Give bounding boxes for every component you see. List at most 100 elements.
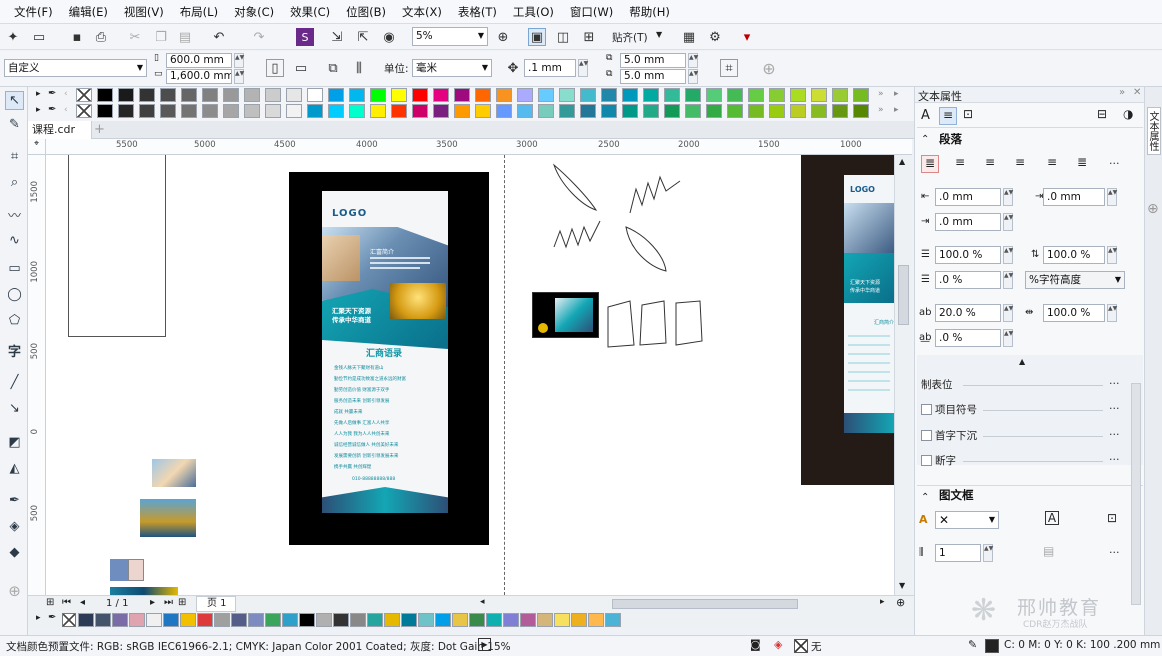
hyphenation-label[interactable]: 断字 <box>935 453 956 468</box>
color-swatch[interactable] <box>517 88 533 102</box>
align-center-icon[interactable]: ≡ <box>985 155 995 169</box>
color-swatch[interactable] <box>832 88 848 102</box>
right-indent-input[interactable]: .0 mm <box>1043 188 1105 206</box>
vertical-scroll-thumb[interactable] <box>898 265 909 325</box>
no-color-swatch[interactable] <box>76 88 92 102</box>
color-swatch[interactable] <box>706 104 722 118</box>
frame-text-icon[interactable]: A <box>1045 511 1059 525</box>
word-spacing-spinner[interactable]: ▲▼ <box>1107 304 1117 322</box>
eyedropper-small-icon[interactable]: ✒ <box>48 612 56 623</box>
polygon-tool-icon[interactable]: ⬠ <box>5 311 24 330</box>
color-swatch[interactable] <box>146 613 162 627</box>
color-swatch[interactable] <box>503 613 519 627</box>
prev-page-icon[interactable]: ◂ <box>80 597 85 608</box>
color-swatch[interactable] <box>486 613 502 627</box>
panel-menu-icon[interactable]: ◑ <box>1123 107 1133 121</box>
color-swatch[interactable] <box>571 613 587 627</box>
no-color-swatch[interactable] <box>76 104 92 118</box>
color-swatch[interactable] <box>622 88 638 102</box>
columns-more-icon[interactable]: ··· <box>1109 546 1120 559</box>
rectangle-tool-icon[interactable]: ▭ <box>5 259 24 278</box>
drawing-canvas[interactable]: LOGO 汇富简介 汇聚天下资源 传承中华商道 汇商语录 金钱人脉天下聚财有道山… <box>46 155 894 595</box>
color-swatch[interactable] <box>433 104 449 118</box>
right-indent-spinner[interactable]: ▲▼ <box>1107 188 1117 206</box>
color-swatch[interactable] <box>95 613 111 627</box>
color-swatch[interactable] <box>748 104 764 118</box>
import-icon[interactable]: ⇲ <box>328 28 346 46</box>
color-swatch[interactable] <box>580 88 596 102</box>
eyedropper-icon[interactable]: ✒ <box>5 491 24 510</box>
handshake-image[interactable] <box>152 459 196 487</box>
menu-bitmaps[interactable]: 位图(B) <box>338 1 394 23</box>
color-swatch[interactable] <box>307 88 323 102</box>
text-properties-tab[interactable]: 文本属性 <box>1147 107 1161 155</box>
color-swatch[interactable] <box>412 88 428 102</box>
color-swatch[interactable] <box>299 613 315 627</box>
color-swatch[interactable] <box>231 613 247 627</box>
color-swatch[interactable] <box>370 88 386 102</box>
shape-tool-icon[interactable]: ✎ <box>5 115 24 134</box>
character-spacing-input[interactable]: .0 % <box>935 329 1001 347</box>
show-rulers-icon[interactable]: ◫ <box>554 28 572 46</box>
palette-arrow-icon[interactable]: ▸ <box>36 613 41 623</box>
vertical-scrollbar[interactable]: ▲ ▼ <box>894 155 912 595</box>
language-spacing-input[interactable]: 20.0 % <box>935 304 1001 322</box>
color-swatch[interactable] <box>316 613 332 627</box>
hscroll-right-icon[interactable]: ▸ <box>880 597 885 607</box>
options-icon[interactable]: ▦ <box>680 28 698 46</box>
guidelines-icon[interactable]: ⊞ <box>580 28 598 46</box>
color-swatch[interactable] <box>118 88 134 102</box>
color-swatch[interactable] <box>538 88 554 102</box>
smart-draw-icon[interactable]: ∿ <box>5 231 24 250</box>
connector-tool-icon[interactable]: ↘ <box>5 399 24 418</box>
bleed-icon[interactable]: ⌗ <box>720 59 738 77</box>
smart-fill-icon[interactable]: ◆ <box>5 543 24 562</box>
palette-arrow-icon[interactable]: ▸ <box>36 89 41 99</box>
color-swatch[interactable] <box>349 104 365 118</box>
page-width-spinner[interactable]: ▲▼ <box>234 53 244 68</box>
frame-settings-icon[interactable]: ⊡ <box>1107 511 1117 525</box>
ellipse-tool-icon[interactable]: ◯ <box>5 285 24 304</box>
color-swatch[interactable] <box>790 88 806 102</box>
paste-icon[interactable]: ▤ <box>176 28 194 46</box>
bullets-checkbox[interactable] <box>921 404 932 415</box>
color-swatch[interactable] <box>350 613 366 627</box>
color-swatch[interactable] <box>475 88 491 102</box>
menu-tools[interactable]: 工具(O) <box>505 1 562 23</box>
character-spacing-spinner[interactable]: ▲▼ <box>1003 329 1013 347</box>
palette-scroll-right-icon[interactable]: » <box>878 89 884 99</box>
line-spacing-spinner[interactable]: ▲▼ <box>1107 246 1117 264</box>
color-swatch[interactable] <box>214 613 230 627</box>
color-swatch[interactable] <box>202 88 218 102</box>
color-swatch[interactable] <box>554 613 570 627</box>
color-swatch[interactable] <box>685 104 701 118</box>
dropcap-more-icon[interactable]: ··· <box>1109 428 1120 441</box>
zoom-tool-icon[interactable]: ⌕ <box>5 173 24 192</box>
color-swatch[interactable] <box>588 613 604 627</box>
palette-menu-icon[interactable]: ▸ <box>894 89 899 99</box>
menu-layout[interactable]: 布局(L) <box>172 1 226 23</box>
color-swatch[interactable] <box>559 88 575 102</box>
color-swatch[interactable] <box>223 88 239 102</box>
color-swatch[interactable] <box>163 613 179 627</box>
color-swatch[interactable] <box>643 88 659 102</box>
color-swatch[interactable] <box>180 613 196 627</box>
color-swatch[interactable] <box>391 88 407 102</box>
new-document-icon[interactable]: ✦ <box>4 28 22 46</box>
color-swatch[interactable] <box>727 88 743 102</box>
color-swatch[interactable] <box>811 88 827 102</box>
publish-pdf-icon[interactable]: ◉ <box>380 28 398 46</box>
paragraph-icon[interactable]: ≡ <box>939 107 957 125</box>
page-width-input[interactable]: 600.0 mm <box>166 53 232 68</box>
next-page-icon[interactable]: ▸ <box>150 597 155 608</box>
redo-icon[interactable]: ↷ <box>250 28 268 46</box>
dropcap-checkbox[interactable] <box>921 430 932 441</box>
snap-chevron-icon[interactable]: ▼ <box>656 30 662 39</box>
color-swatch[interactable] <box>769 88 785 102</box>
flyer-page[interactable]: LOGO 汇富简介 汇聚天下资源 传承中华商道 汇商语录 金钱人脉天下聚财有道山… <box>289 172 489 545</box>
color-swatch[interactable] <box>265 613 281 627</box>
collapse-more-icon[interactable]: ▲ <box>1019 357 1025 366</box>
dimension-tool-icon[interactable]: ╱ <box>5 373 24 392</box>
spacing-unit-select[interactable]: %字符高度 ▼ <box>1025 271 1125 289</box>
outline-color-swatch[interactable] <box>985 639 999 653</box>
